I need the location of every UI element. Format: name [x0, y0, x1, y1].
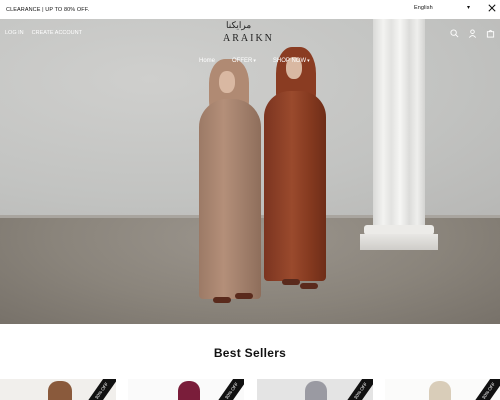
- best-sellers-title: Best Sellers: [213, 346, 287, 360]
- product-card[interactable]: 30% OFF: [385, 379, 500, 400]
- announcement-bar: CLEARANCE | UP TO 80% OFF. English ▾: [0, 0, 500, 19]
- brand-logo[interactable]: مرايكنا ARAIKN: [220, 21, 290, 49]
- model-right: [260, 47, 330, 297]
- discount-badge: 30% OFF: [215, 379, 244, 400]
- account-links: LOG IN CREATE ACCOUNT: [5, 30, 82, 36]
- chevron-down-icon[interactable]: ▾: [467, 4, 470, 11]
- menu-item-shop-now-label: SHOP NOW: [272, 58, 307, 64]
- product-image: [429, 381, 451, 400]
- product-image: [178, 381, 200, 400]
- search-icon[interactable]: [450, 29, 459, 38]
- logo-script: مرايكنا: [226, 21, 252, 31]
- model-left: [195, 59, 265, 309]
- menu-item-offer-label: OFFER: [232, 58, 253, 64]
- product-card[interactable]: 30% OFF: [0, 379, 116, 400]
- product-card[interactable]: 30% OFF: [257, 379, 373, 400]
- cart-icon[interactable]: [486, 29, 495, 38]
- discount-badge: 30% OFF: [472, 379, 500, 400]
- discount-badge: 30% OFF: [85, 379, 116, 400]
- discount-badge: 30% OFF: [344, 379, 373, 400]
- product-image: [48, 381, 72, 400]
- product-card[interactable]: 30% OFF: [128, 379, 244, 400]
- menu-item-offer[interactable]: OFFER▾: [232, 58, 256, 64]
- announcement-text: CLEARANCE | UP TO 80% OFF.: [6, 6, 90, 13]
- chevron-down-icon: ▾: [253, 58, 256, 64]
- login-link[interactable]: LOG IN: [5, 30, 24, 36]
- twitter-icon[interactable]: [488, 4, 496, 12]
- logo-wordmark: ARAIKN: [223, 33, 274, 44]
- product-grid: 30% OFF 30% OFF 30% OFF 30% OFF: [0, 379, 500, 400]
- account-icon[interactable]: [468, 29, 477, 38]
- language-selector[interactable]: English: [414, 5, 433, 11]
- main-menu: Home OFFER▾ SHOP NOW▾: [199, 58, 310, 64]
- menu-item-home[interactable]: Home: [199, 58, 215, 64]
- column-decoration: [360, 19, 438, 269]
- chevron-down-icon: ▾: [307, 58, 310, 64]
- create-account-link[interactable]: CREATE ACCOUNT: [32, 30, 82, 36]
- product-image: [305, 381, 327, 400]
- hero-banner[interactable]: LOG IN CREATE ACCOUNT مرايكنا ARAIKN Hom…: [0, 19, 500, 324]
- menu-item-shop-now[interactable]: SHOP NOW▾: [273, 58, 310, 64]
- header-icons: [450, 29, 495, 38]
